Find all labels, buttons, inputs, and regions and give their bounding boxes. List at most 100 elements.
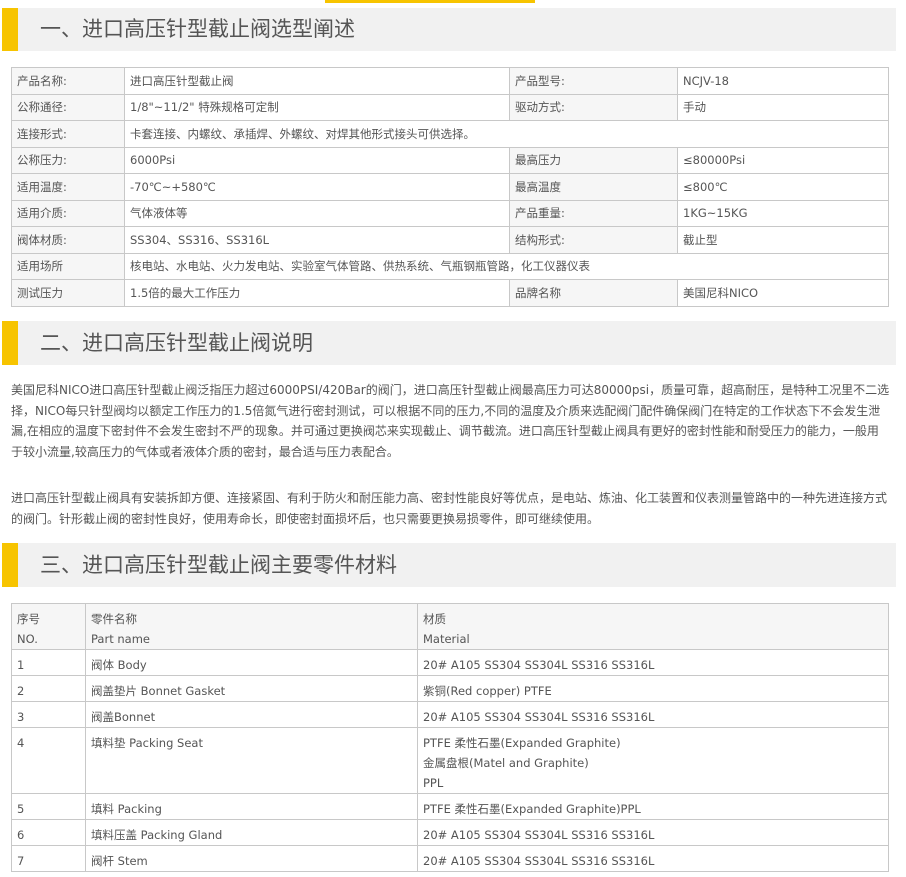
header-material-cn: 材质 <box>423 612 446 626</box>
spec-value: -70℃~+580℃ <box>124 173 510 201</box>
paragraph-line: 漏,在相应的温度下密封件不会发生密封不严的现象。并可通过更换阀芯来实现截止、调节… <box>11 424 879 438</box>
spec-label: 公称压力: <box>11 146 125 174</box>
material-line: 紫铜(Red copper) PTFE <box>423 684 552 698</box>
paragraph-line: 进口高压针型截止阀具有安装拆卸方便、连接紧固、有利于防火和耐压能力高、密封性能良… <box>11 491 888 505</box>
section-header-1: 一、进口高压针型截止阀选型阐述 <box>2 8 896 51</box>
header-material: 材质 Material <box>417 603 889 650</box>
spec-label: 驱动方式: <box>509 93 678 121</box>
spec-value: 1/8"~11/2" 特殊规格可定制 <box>124 93 510 121</box>
spec-value: 1.5倍的最大工作压力 <box>124 279 510 307</box>
part-material: PTFE 柔性石墨(Expanded Graphite) 金属盘根(Matel a… <box>417 727 889 794</box>
material-line: 20# A105 SS304 SS304L SS316 SS316L <box>423 710 655 724</box>
part-name: 阀杆 Stem <box>85 845 418 872</box>
section-marker <box>2 321 18 365</box>
part-name: 填料 Packing <box>85 793 418 820</box>
parts-row: 3 阀盖Bonnet 20# A105 SS304 SS304L SS316 SS3… <box>11 701 889 728</box>
header-no: 序号 NO. <box>11 603 86 650</box>
spec-label: 最高温度 <box>509 173 678 201</box>
spec-label: 适用温度: <box>11 173 125 201</box>
parts-row: 6 填料压盖 Packing Gland 20# A105 SS304 SS304L… <box>11 819 889 846</box>
spec-label: 产品型号: <box>509 67 678 95</box>
spec-value: ≤800℃ <box>677 173 889 201</box>
header-part-name: 零件名称 Part name <box>85 603 418 650</box>
spec-row: 适用场所 核电站、水电站、火力发电站、实验室气体管路、供热系统、气瓶钢瓶管路，化工… <box>11 252 889 280</box>
spec-label: 适用场所 <box>11 252 125 280</box>
parts-header-row: 序号 NO. 零件名称 Part name 材质 Material <box>11 603 889 650</box>
spec-value: ≤80000Psi <box>677 146 889 174</box>
part-no: 5 <box>11 793 86 820</box>
spec-value: 6000Psi <box>124 146 510 174</box>
header-name-en: Part name <box>91 632 150 646</box>
spec-value: NCJV-18 <box>677 67 889 95</box>
spec-label: 品牌名称 <box>509 279 678 307</box>
material-line: 20# A105 SS304 SS304L SS316 SS316L <box>423 828 655 842</box>
paragraph-line: 美国尼科NICO进口高压针型截止阀泛指压力超过6000PSI/420Bar的阀门… <box>11 383 890 397</box>
section-title: 一、进口高压针型截止阀选型阐述 <box>40 17 355 41</box>
part-no: 2 <box>11 675 86 702</box>
spec-label: 阀体材质: <box>11 226 125 254</box>
spec-row: 连接形式: 卡套连接、内螺纹、承插焊、外螺纹、对焊其他形式接头可供选择。 <box>11 120 889 148</box>
spec-value: 1KG~15KG <box>677 199 889 227</box>
spec-value: 气体液体等 <box>124 199 510 227</box>
part-material: 紫铜(Red copper) PTFE <box>417 675 889 702</box>
parts-row: 1 阀体 Body 20# A105 SS304 SS304L SS316 SS31… <box>11 649 889 676</box>
material-line: 20# A105 SS304 SS304L SS316 SS316L <box>423 658 655 672</box>
description-paragraph-1: 美国尼科NICO进口高压针型截止阀泛指压力超过6000PSI/420Bar的阀门… <box>11 380 891 462</box>
header-name-cn: 零件名称 <box>91 612 137 626</box>
part-material: 20# A105 SS304 SS304L SS316 SS316L <box>417 649 889 676</box>
section-title: 二、进口高压针型截止阀说明 <box>40 331 313 355</box>
spec-row: 产品名称: 进口高压针型截止阀 产品型号: NCJV-18 <box>11 67 889 95</box>
header-no-cn: 序号 <box>17 612 40 626</box>
parts-row: 4 填料垫 Packing Seat PTFE 柔性石墨(Expanded Grap… <box>11 727 889 794</box>
material-line: PTFE 柔性石墨(Expanded Graphite)PPL <box>423 802 641 816</box>
spec-row: 适用温度: -70℃~+580℃ 最高温度 ≤800℃ <box>11 173 889 201</box>
section-header-2: 二、进口高压针型截止阀说明 <box>2 321 896 365</box>
part-name: 填料垫 Packing Seat <box>85 727 418 794</box>
spec-label: 结构形式: <box>509 226 678 254</box>
spec-value: 进口高压针型截止阀 <box>124 67 510 95</box>
section-marker <box>2 8 18 51</box>
spec-value: 手动 <box>677 93 889 121</box>
paragraph-line: 的阀门。针形截止阀的密封性良好，使用寿命长，即使密封面损坏后，也只需要更换易损零… <box>11 511 600 526</box>
parts-row: 5 填料 Packing PTFE 柔性石墨(Expanded Graphite)P… <box>11 793 889 820</box>
header-material-en: Material <box>423 632 470 646</box>
spec-value: 截止型 <box>677 226 889 254</box>
spec-label: 公称通径: <box>11 93 125 121</box>
paragraph-line: 择，NICO每只针型阀均以额定工作压力的1.5倍氮气进行密封测试，可以根据不同的… <box>11 403 881 418</box>
spec-value: 卡套连接、内螺纹、承插焊、外螺纹、对焊其他形式接头可供选择。 <box>124 120 889 148</box>
material-line: 金属盘根(Matel and Graphite) <box>423 756 589 770</box>
part-name: 阀盖垫片 Bonnet Gasket <box>85 675 418 702</box>
spec-row: 公称压力: 6000Psi 最高压力 ≤80000Psi <box>11 146 889 174</box>
section-title: 三、进口高压针型截止阀主要零件材料 <box>40 553 397 577</box>
spec-row: 测试压力 1.5倍的最大工作压力 品牌名称 美国尼科NICO <box>11 279 889 307</box>
spec-label: 连接形式: <box>11 120 125 148</box>
spec-value: SS304、SS316、SS316L <box>124 226 510 254</box>
description-paragraph-2: 进口高压针型截止阀具有安装拆卸方便、连接紧固、有利于防火和耐压能力高、密封性能良… <box>11 488 891 529</box>
paragraph-line: 于较小流量,较高压力的气体或者液体介质的密封，最合适与压力表配合。 <box>11 444 399 459</box>
part-no: 3 <box>11 701 86 728</box>
spec-value: 美国尼科NICO <box>677 279 889 307</box>
spec-label: 产品名称: <box>11 67 125 95</box>
parts-table: 序号 NO. 零件名称 Part name 材质 Material 1 阀体 Bo… <box>11 603 889 872</box>
top-accent-bar <box>325 0 535 3</box>
part-material: 20# A105 SS304 SS304L SS316 SS316L <box>417 819 889 846</box>
parts-row: 7 阀杆 Stem 20# A105 SS304 SS304L SS316 SS31… <box>11 845 889 872</box>
part-material: PTFE 柔性石墨(Expanded Graphite)PPL <box>417 793 889 820</box>
header-no-en: NO. <box>17 632 38 646</box>
material-line: PPL <box>423 776 444 790</box>
spec-table: 产品名称: 进口高压针型截止阀 产品型号: NCJV-18 公称通径: 1/8"~11/2… <box>11 67 889 307</box>
part-name: 填料压盖 Packing Gland <box>85 819 418 846</box>
section-marker <box>2 543 18 587</box>
part-material: 20# A105 SS304 SS304L SS316 SS316L <box>417 701 889 728</box>
part-no: 6 <box>11 819 86 846</box>
section-header-3: 三、进口高压针型截止阀主要零件材料 <box>2 543 896 587</box>
spec-label: 适用介质: <box>11 199 125 227</box>
material-line: 20# A105 SS304 SS304L SS316 SS316L <box>423 854 655 868</box>
spec-row: 阀体材质: SS304、SS316、SS316L 结构形式: 截止型 <box>11 226 889 254</box>
spec-row: 公称通径: 1/8"~11/2" 特殊规格可定制 驱动方式: 手动 <box>11 93 889 121</box>
material-line: PTFE 柔性石墨(Expanded Graphite) <box>423 736 621 750</box>
spec-row: 适用介质: 气体液体等 产品重量: 1KG~15KG <box>11 199 889 227</box>
spec-label: 测试压力 <box>11 279 125 307</box>
spec-value: 核电站、水电站、火力发电站、实验室气体管路、供热系统、气瓶钢瓶管路，化工仪器仪表 <box>124 252 889 280</box>
part-no: 7 <box>11 845 86 872</box>
